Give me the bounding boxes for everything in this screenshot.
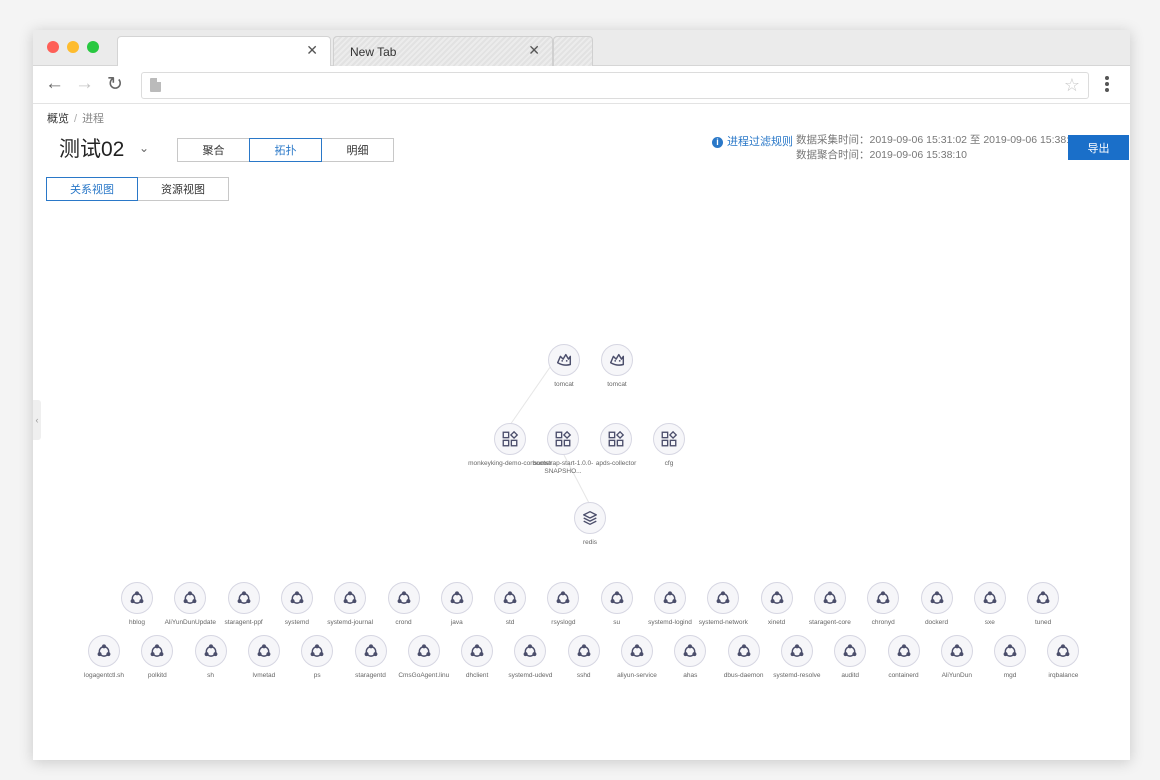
breadcrumb-current: 进程 (82, 113, 105, 125)
process-icon (1027, 582, 1060, 614)
tab-strip: ✕ New Tab ✕ (33, 30, 1130, 66)
close-tab-icon[interactable]: ✕ (528, 42, 540, 59)
forward-icon[interactable]: → (75, 73, 94, 95)
browser-window: ✕ New Tab ✕ ← → ↻ ☆ 概览 / 进程 测试02 ⌄ 聚合 拓扑 明 (33, 30, 1130, 760)
close-window-icon[interactable] (47, 41, 59, 53)
node-label: irqbalance (1048, 672, 1079, 679)
topology-node[interactable]: redis (545, 502, 635, 547)
chevron-down-icon[interactable]: ⌄ (139, 141, 149, 155)
aggregate-time: 数据聚合时间：2019-09-06 15:38:10 (796, 149, 967, 161)
reload-icon[interactable]: ↻ (107, 73, 123, 96)
filter-rule-label: 进程过滤规则 (727, 136, 793, 148)
tomcat-icon (601, 344, 633, 376)
tab-new-tab[interactable]: New Tab ✕ (333, 36, 553, 66)
address-bar[interactable]: ☆ (141, 72, 1089, 99)
maximize-window-icon[interactable] (87, 41, 99, 53)
time-info: 数据采集时间：2019-09-06 15:31:02 至 2019-09-06 … (796, 133, 1081, 163)
page-title: 测试02 (59, 138, 125, 161)
star-icon[interactable]: ☆ (1064, 75, 1080, 96)
relation-view-button[interactable]: 关系视图 (46, 177, 138, 201)
resource-view-button[interactable]: 资源视图 (137, 177, 229, 201)
browser-toolbar: ← → ↻ ☆ (33, 66, 1130, 104)
view-mode-detail-button[interactable]: 明细 (321, 138, 394, 162)
collapse-handle[interactable]: ‹ (33, 400, 41, 440)
topology-node[interactable]: irqbalance (1018, 635, 1108, 680)
menu-icon[interactable] (1099, 74, 1115, 94)
topology-node[interactable]: cfg (624, 423, 714, 468)
collect-time: 数据采集时间：2019-09-06 15:31:02 至 2019-09-06 … (796, 134, 1081, 146)
view-mode-switch: 聚合 拓扑 明细 (177, 138, 394, 162)
topology-node[interactable]: tomcat (572, 344, 662, 389)
tab-active[interactable]: ✕ (117, 36, 331, 66)
view-mode-topology-button[interactable]: 拓扑 (249, 138, 322, 162)
back-icon[interactable]: ← (45, 73, 64, 95)
export-button[interactable]: 导出 (1068, 135, 1129, 160)
filter-rule-link[interactable]: i 进程过滤规则 (712, 133, 793, 149)
breadcrumb: 概览 / 进程 (47, 110, 104, 126)
node-label: tomcat (607, 381, 627, 388)
close-tab-icon[interactable]: ✕ (306, 42, 318, 59)
node-label: cfg (664, 460, 674, 467)
topology-node[interactable]: tuned (998, 582, 1088, 627)
grid-icon (653, 423, 685, 455)
database-icon (574, 502, 606, 534)
page-content: 概览 / 进程 测试02 ⌄ 聚合 拓扑 明细 关系视图 资源视图 i 进程过滤规则 … (33, 105, 1130, 760)
view-mode-aggregate-button[interactable]: 聚合 (177, 138, 250, 162)
breadcrumb-separator: / (74, 113, 78, 125)
process-icon (1047, 635, 1080, 667)
minimize-window-icon[interactable] (67, 41, 79, 53)
page-icon (150, 78, 161, 92)
breadcrumb-root[interactable]: 概览 (47, 113, 69, 125)
tab-title: New Tab (350, 45, 397, 59)
node-label: tuned (1034, 619, 1052, 626)
node-label: redis (582, 539, 598, 546)
sub-view-switch: 关系视图 资源视图 (46, 177, 229, 201)
new-tab-button[interactable] (553, 36, 593, 66)
info-icon: i (712, 137, 723, 148)
